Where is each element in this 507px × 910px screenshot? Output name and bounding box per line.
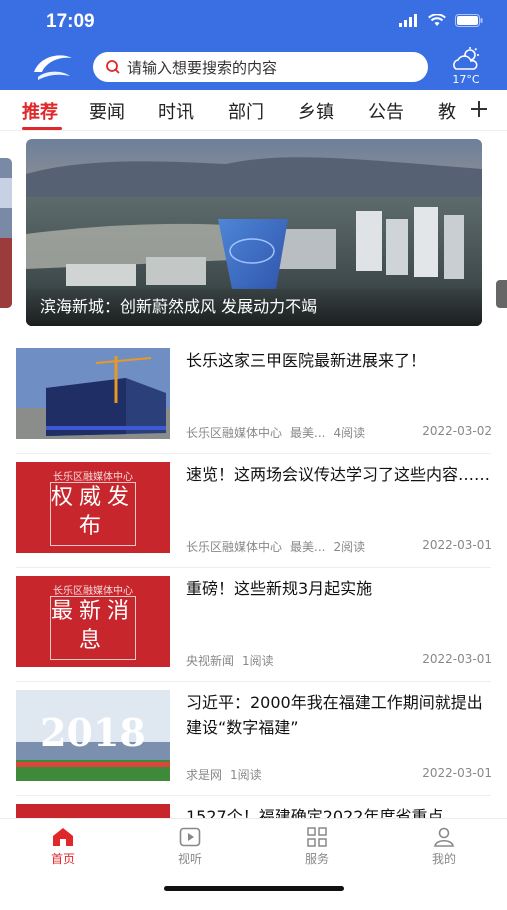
search-placeholder: 请输入想要搜索的内容 <box>127 58 278 77</box>
thumbnail-org-label: 长乐区融媒体中心 <box>53 472 133 483</box>
news-title: 速览！这两场会议传达学习了这些内容…… <box>186 465 491 484</box>
news-date: 2022-03-01 <box>422 766 492 780</box>
news-date: 2022-03-02 <box>422 424 492 438</box>
news-source: 央视新闻 <box>186 654 235 668</box>
grid-icon <box>307 827 327 847</box>
news-title: 长乐这家三甲医院最新进展来了！ <box>186 351 427 370</box>
banner-caption: 滨海新城：创新蔚然成风 发展动力不竭 <box>40 297 318 316</box>
add-tab-icon[interactable] <box>470 94 488 124</box>
tab-recommend[interactable]: 推荐 <box>22 98 58 124</box>
thumbnail-year: 2018 <box>40 710 146 755</box>
search-bar[interactable]: 请输入想要搜索的内容 <box>93 52 428 82</box>
news-item[interactable]: 长乐区融媒体中心 最新消息 重磅！这些新规3月起实施 央视新闻 1阅读 2022… <box>0 568 507 682</box>
news-source: 求是网 <box>186 768 223 782</box>
search-icon <box>106 60 120 74</box>
tab-news-brief[interactable]: 时讯 <box>158 98 194 124</box>
news-source: 长乐区融媒体中心 <box>186 426 283 440</box>
news-read-count: 2阅读 <box>333 540 366 554</box>
tab-announcements[interactable]: 公告 <box>368 98 404 124</box>
nav-services[interactable]: 服务 <box>277 827 357 867</box>
news-read-count: 1阅读 <box>242 654 274 668</box>
nav-services-label: 服务 <box>304 852 329 866</box>
news-thumbnail <box>16 348 170 439</box>
tab-towns[interactable]: 乡镇 <box>298 98 334 124</box>
app-header: 请输入想要搜索的内容 17°C <box>0 44 507 90</box>
featured-banner[interactable]: 滨海新城：创新蔚然成风 发展动力不竭 <box>26 139 482 326</box>
thumbnail-org-label: 长乐区融媒体中心 <box>53 586 133 597</box>
nav-home[interactable]: 首页 <box>23 827 103 867</box>
news-source: 长乐区融媒体中心 <box>186 540 283 554</box>
news-thumbnail: 2018 <box>16 690 170 781</box>
thumbnail-headline: 权威发布 <box>50 482 136 546</box>
news-date: 2022-03-01 <box>422 652 492 666</box>
signal-icon <box>399 14 417 27</box>
user-icon <box>434 827 454 847</box>
news-item[interactable]: 长乐这家三甲医院最新进展来了！ 长乐区融媒体中心 最美... 4阅读 2022-… <box>0 340 507 454</box>
carousel-prev-slide[interactable] <box>0 158 12 308</box>
news-read-count: 1阅读 <box>230 768 262 782</box>
news-tag: 最美... <box>290 426 326 440</box>
news-item[interactable]: 长乐区融媒体中心 权威发布 速览！这两场会议传达学习了这些内容…… 长乐区融媒体… <box>0 454 507 568</box>
weather-temperature: 17°C <box>452 73 480 86</box>
news-title: 重磅！这些新规3月起实施 <box>186 579 373 598</box>
thumbnail-headline: 最新消息 <box>50 596 136 660</box>
news-item[interactable]: 2018 习近平：2000年我在福建工作期间就提出建设“数字福建” 求是网 1阅… <box>0 682 507 796</box>
active-tab-indicator <box>22 127 62 130</box>
news-tag: 最美... <box>290 540 326 554</box>
nav-home-label: 首页 <box>50 852 75 866</box>
battery-icon <box>455 14 483 27</box>
nav-profile[interactable]: 我的 <box>404 827 484 867</box>
app-logo[interactable] <box>30 50 74 84</box>
weather-icon <box>453 47 479 70</box>
nav-video-label: 视听 <box>177 852 202 866</box>
status-time: 17:09 <box>46 11 95 32</box>
category-tabs: 推荐 要闻 时讯 部门 乡镇 公告 教 <box>0 90 507 131</box>
home-icon <box>53 828 73 846</box>
news-title: 习近平：2000年我在福建工作期间就提出建设“数字福建” <box>186 693 483 737</box>
status-bar: 17:09 <box>0 0 507 44</box>
nav-video[interactable]: 视听 <box>150 827 230 867</box>
tab-departments[interactable]: 部门 <box>228 98 264 124</box>
weather-widget[interactable]: 17°C <box>446 47 486 86</box>
play-icon <box>179 827 201 847</box>
carousel-next-slide[interactable] <box>496 280 507 308</box>
tab-headlines[interactable]: 要闻 <box>89 98 125 124</box>
nav-profile-label: 我的 <box>431 852 456 866</box>
news-thumbnail: 长乐区融媒体中心 权威发布 <box>16 462 170 553</box>
news-read-count: 4阅读 <box>333 426 366 440</box>
wifi-icon <box>428 14 446 26</box>
home-indicator[interactable] <box>164 886 344 891</box>
tab-education[interactable]: 教 <box>438 98 456 124</box>
news-date: 2022-03-01 <box>422 538 492 552</box>
news-thumbnail: 长乐区融媒体中心 最新消息 <box>16 576 170 667</box>
